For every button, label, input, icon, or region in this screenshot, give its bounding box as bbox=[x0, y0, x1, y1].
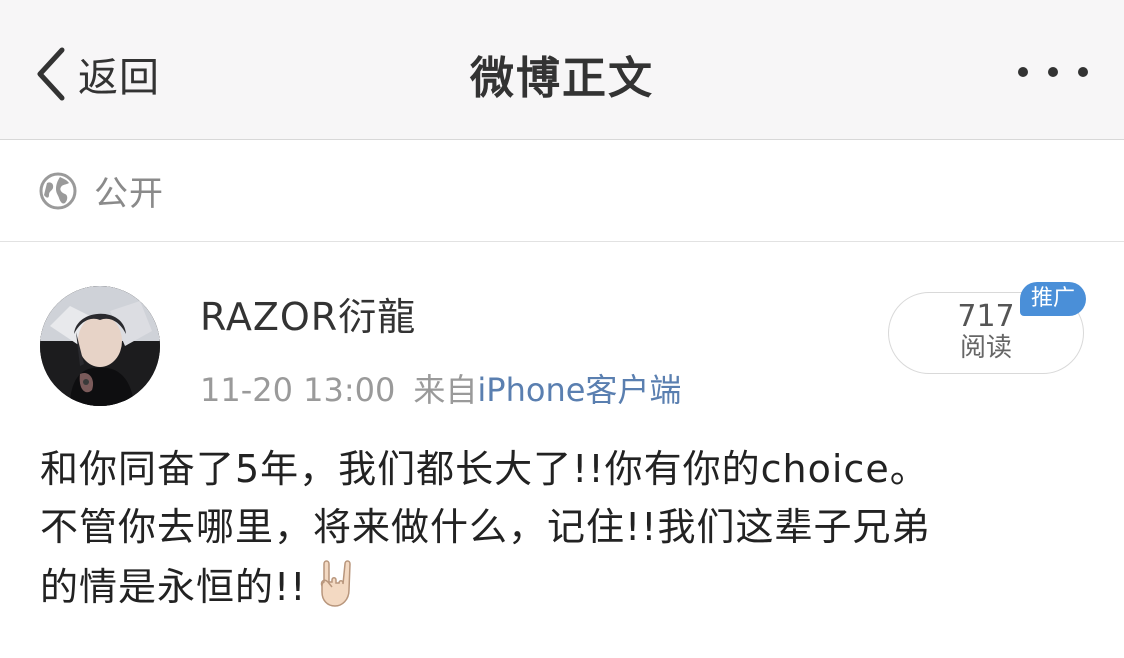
top-navbar: 返回 微博正文 bbox=[0, 0, 1124, 140]
read-label: 阅读 bbox=[959, 333, 1012, 363]
more-dots-icon[interactable] bbox=[1018, 60, 1088, 84]
author-name[interactable]: RAZOR衍龍 bbox=[200, 286, 416, 341]
page-title: 微博正文 bbox=[470, 53, 654, 104]
post-body: 和你同奋了5年，我们都长大了!!你有你的choice。 不管你去哪里，将来做什么… bbox=[40, 440, 1100, 616]
globe-icon bbox=[39, 172, 77, 209]
source-client-link[interactable]: iPhone客户端 bbox=[477, 371, 681, 409]
post-text-line: 和你同奋了5年，我们都长大了!!你有你的choice。 bbox=[40, 447, 929, 491]
visibility-row: 公开 bbox=[0, 140, 1124, 242]
promo-badge[interactable]: 推广 bbox=[1020, 282, 1086, 316]
visibility-label: 公开 bbox=[94, 174, 164, 214]
post-text-line: 不管你去哪里，将来做什么，记住!!我们这辈子兄弟 bbox=[40, 505, 931, 549]
source-prefix: 来自 bbox=[413, 371, 478, 409]
post-text-line: 的情是永恒的!! bbox=[40, 556, 1100, 616]
post-meta: 11-20 13:00 来自iPhone客户端 bbox=[200, 365, 681, 411]
post-text-line-content: 的情是永恒的!! bbox=[40, 565, 307, 609]
avatar[interactable] bbox=[40, 286, 160, 406]
post-time: 11-20 13:00 bbox=[200, 371, 396, 409]
rock-on-hand-icon bbox=[314, 556, 360, 608]
